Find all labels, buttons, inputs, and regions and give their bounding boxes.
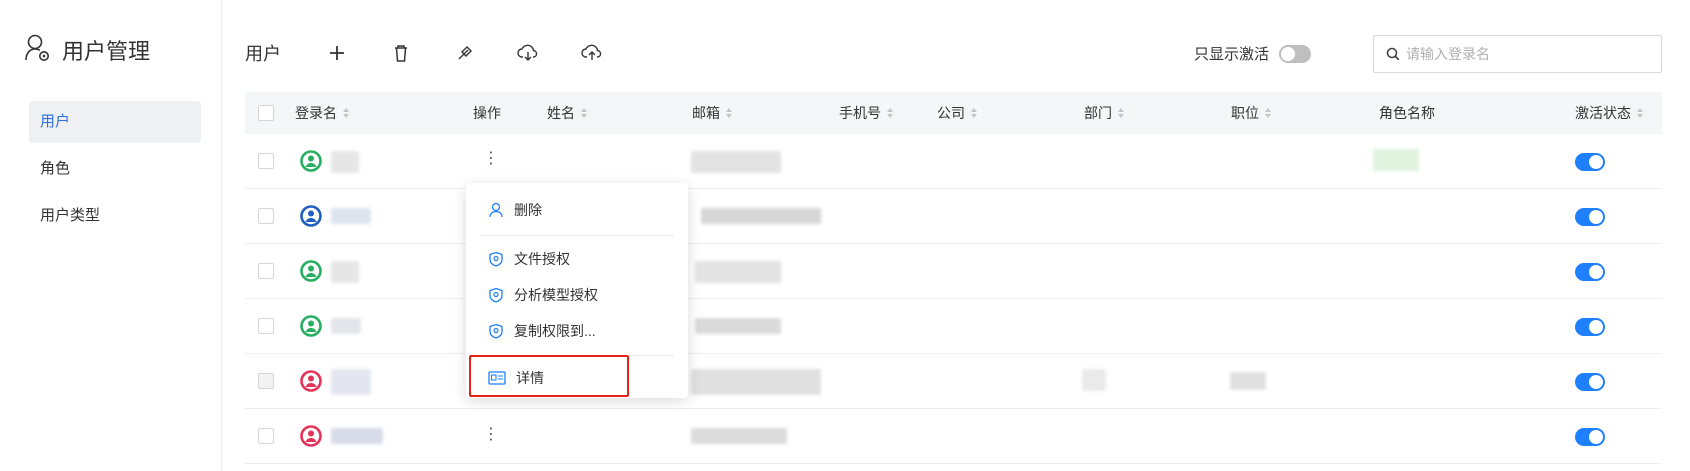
column-header-actions: 操作 [473,105,501,121]
email-redacted [701,208,821,224]
table-row: ⋮ [245,134,1662,189]
active-status-toggle[interactable] [1575,318,1605,336]
email-redacted [691,428,787,444]
email-redacted [691,151,781,173]
search-box [1373,35,1662,73]
login-name-redacted [331,428,383,444]
menu-item-delete[interactable]: 删除 [488,198,542,222]
row-checkbox[interactable] [258,318,274,334]
sidebar-item-users[interactable]: 用户 [29,101,201,143]
user-settings-icon [24,33,52,66]
login-name-redacted [331,208,371,224]
user-avatar-icon [300,425,322,447]
table-header: 登录名 操作 姓名 邮箱 手机号 公司 部门 职位 角色名称 激活状态 [245,92,1662,134]
sort-icon [1118,108,1124,118]
row-checkbox[interactable] [258,208,274,224]
menu-item-copy-permissions[interactable]: 复制权限到... [488,319,596,343]
delete-icon [395,45,407,62]
shield-icon [489,251,503,267]
menu-item-file-authorization[interactable]: 文件授权 [488,247,570,271]
login-name-redacted [331,151,359,173]
user-avatar-icon [300,370,322,392]
sidebar-item-roles[interactable]: 角色 [29,148,201,190]
email-redacted [695,261,781,283]
add-icon [330,46,344,60]
login-name-redacted [331,261,359,283]
user-avatar-icon [300,150,322,172]
email-redacted [695,318,781,334]
search-input[interactable] [1406,46,1646,62]
table-row: ⋮ [245,409,1662,464]
column-header-email[interactable]: 邮箱 [692,92,732,134]
table-row [245,189,1662,244]
sort-icon [971,108,977,118]
active-status-toggle[interactable] [1575,208,1605,226]
sync-icon [458,46,472,60]
column-header-position[interactable]: 职位 [1231,92,1271,134]
email-redacted [691,369,821,395]
login-name-redacted [331,318,361,334]
user-avatar-icon [300,315,322,337]
sort-icon [887,108,893,118]
row-checkbox[interactable] [258,153,274,169]
sort-icon [581,108,587,118]
sort-icon [343,108,349,118]
download-button[interactable] [515,40,541,66]
active-only-toggle[interactable] [1279,44,1312,63]
delete-button[interactable] [388,40,414,66]
row-context-menu: 删除 文件授权 分析模型授权 复制权限到... 详情 [466,183,688,398]
user-icon [489,202,503,218]
menu-divider [480,235,674,236]
active-status-toggle[interactable] [1575,428,1605,446]
app-title: 用户管理 [62,38,151,64]
sidebar: 用户管理 用户 角色 用户类型 [0,0,222,471]
row-actions-menu-button[interactable]: ⋮ [483,427,499,443]
row-checkbox[interactable] [258,428,274,444]
table-row [245,244,1662,299]
shield-icon [489,287,503,303]
id-card-icon [488,371,506,385]
active-status-toggle[interactable] [1575,373,1605,391]
sort-icon [1637,108,1643,118]
active-only-filter: 只显示激活 [1194,43,1312,64]
add-button[interactable] [324,40,350,66]
active-only-label: 只显示激活 [1194,46,1270,63]
column-header-login[interactable]: 登录名 [295,92,349,134]
row-actions-menu-button[interactable]: ⋮ [483,151,499,167]
column-header-role-name: 角色名称 [1379,105,1435,121]
menu-item-model-authorization[interactable]: 分析模型授权 [488,283,598,307]
menu-item-details[interactable]: 详情 [488,366,544,390]
cloud-download-icon [517,44,538,61]
sync-button[interactable] [452,40,478,66]
cloud-upload-icon [581,44,602,60]
active-status-toggle[interactable] [1575,153,1605,171]
sort-icon [726,108,732,118]
column-header-company[interactable]: 公司 [937,92,977,134]
page-title: 用户 [245,44,281,64]
login-name-redacted [331,369,371,395]
role-name-redacted [1373,149,1419,171]
search-icon [1386,47,1400,61]
user-avatar-icon [300,205,322,227]
sort-icon [1265,108,1271,118]
user-avatar-icon [300,260,322,282]
column-header-active-status[interactable]: 激活状态 [1575,92,1643,134]
column-header-department[interactable]: 部门 [1084,92,1124,134]
shield-icon [489,323,503,339]
table-row [245,299,1662,354]
brand: 用户管理 [24,33,150,66]
column-header-name[interactable]: 姓名 [547,92,587,134]
row-checkbox[interactable] [258,373,274,389]
department-redacted [1082,369,1106,391]
column-header-phone[interactable]: 手机号 [839,92,893,134]
active-status-toggle[interactable] [1575,263,1605,281]
upload-button[interactable] [579,40,605,66]
select-all-checkbox[interactable] [258,105,274,121]
row-checkbox[interactable] [258,263,274,279]
sidebar-item-user-types[interactable]: 用户类型 [29,195,201,237]
table-row [245,354,1662,409]
position-redacted [1230,372,1266,390]
